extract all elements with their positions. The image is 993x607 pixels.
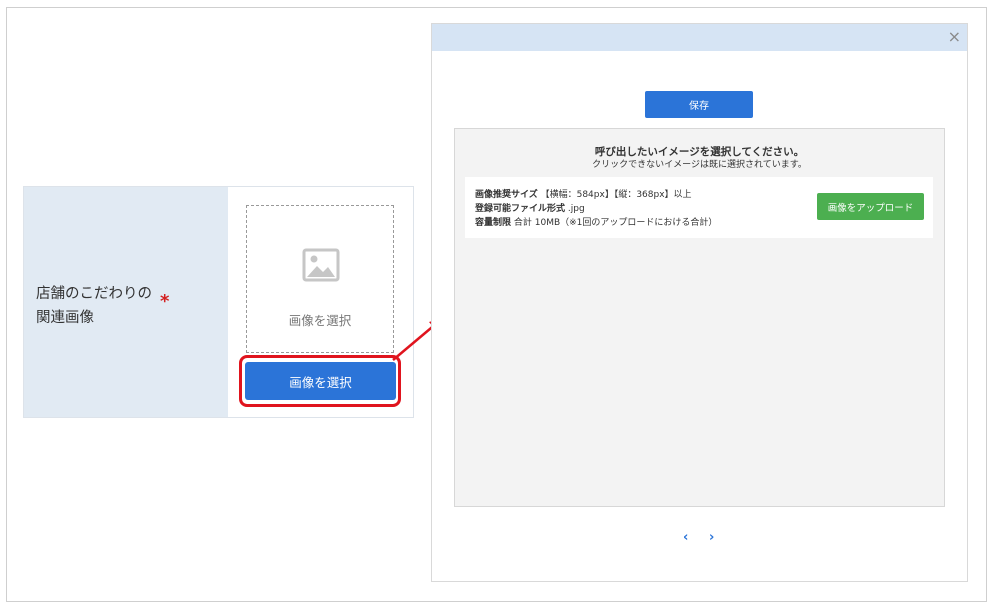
field-label: 店舗のこだわりの 関連画像 <box>36 282 152 330</box>
size-info: 画像推奨サイズ 【横幅：584px】【縦：368px】以上 <box>475 187 692 200</box>
chevron-left-icon[interactable]: ‹ <box>683 530 688 545</box>
limit-value: 合計 10MB（※1回のアップロードにおける合計） <box>513 218 718 228</box>
image-select-modal: × 保存 呼び出したいイメージを選択してください。 クリックできないイメージは既… <box>431 23 968 582</box>
close-icon[interactable]: × <box>948 27 961 46</box>
field-label-line2: 関連画像 <box>36 310 94 326</box>
panel-subtitle: クリックできないイメージは既に選択されています。 <box>592 160 807 170</box>
field-label-line1: 店舗のこだわりの <box>36 286 152 302</box>
size-label: 画像推奨サイズ <box>475 190 538 200</box>
size-value: 【横幅：584px】【縦：368px】以上 <box>540 190 692 200</box>
format-label: 登録可能ファイル形式 <box>475 204 566 214</box>
required-mark: * <box>160 291 170 312</box>
upload-info-box: 画像推奨サイズ 【横幅：584px】【縦：368px】以上 登録可能ファイル形式… <box>465 177 933 238</box>
form-field-cell: 画像を選択 画像を選択 <box>228 187 413 417</box>
image-icon <box>302 248 340 282</box>
limit-label: 容量制限 <box>475 218 512 228</box>
limit-info: 容量制限 合計 10MB（※1回のアップロードにおける合計） <box>475 215 717 228</box>
chevron-right-icon[interactable]: › <box>709 530 714 545</box>
image-list-panel: 呼び出したいイメージを選択してください。 クリックできないイメージは既に選択され… <box>454 128 945 507</box>
format-info: 登録可能ファイル形式 .jpg <box>475 201 585 214</box>
upload-image-button[interactable]: 画像をアップロード <box>817 193 924 220</box>
form-label-cell: 店舗のこだわりの 関連画像 * <box>24 187 228 417</box>
image-placeholder-label: 画像を選択 <box>288 313 352 328</box>
select-image-button[interactable]: 画像を選択 <box>245 362 396 400</box>
modal-header: × <box>432 24 967 51</box>
save-button[interactable]: 保存 <box>645 91 753 118</box>
format-value: .jpg <box>567 204 585 214</box>
image-placeholder[interactable]: 画像を選択 <box>246 205 394 353</box>
form-row-related-images: 店舗のこだわりの 関連画像 * 画像を選択 画像を選択 <box>23 186 414 418</box>
